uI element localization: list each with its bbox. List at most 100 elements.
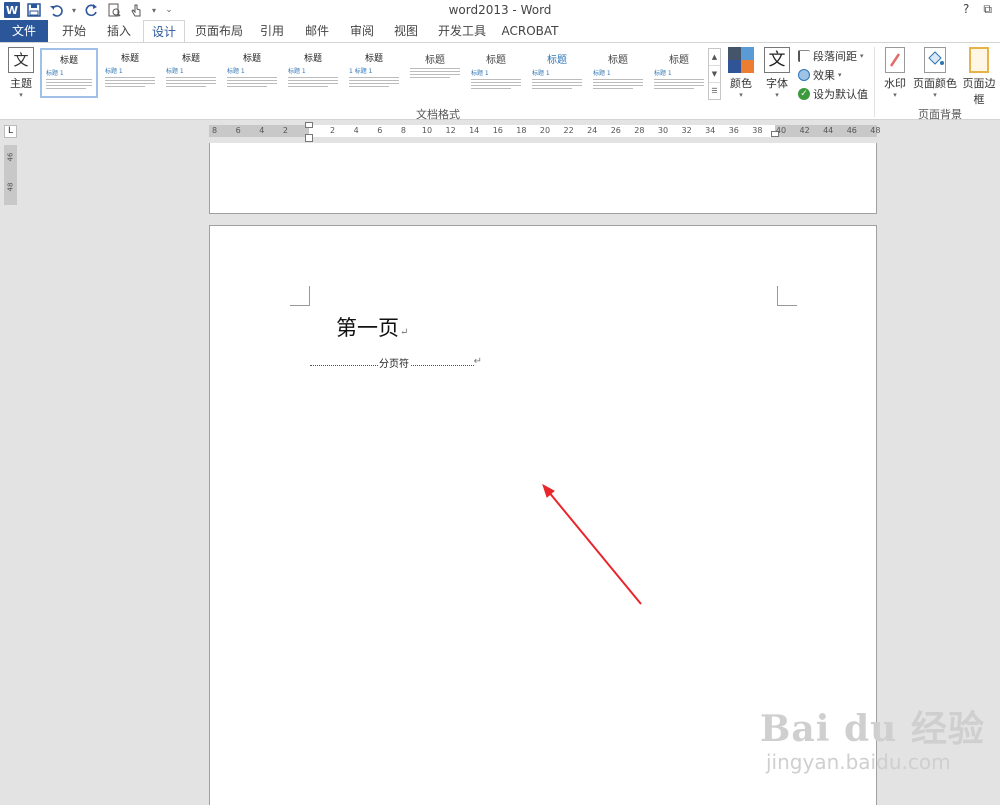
margin-corner-mark — [777, 286, 797, 306]
gallery-down-icon[interactable]: ▼ — [709, 66, 720, 83]
page-color-button[interactable]: 页面颜色 ▾ — [913, 47, 957, 99]
style-set-item[interactable]: 标题 标题 1 — [650, 48, 708, 98]
tab-view[interactable]: 视图 — [386, 20, 426, 42]
paragraph-spacing-icon — [798, 50, 810, 62]
color-swatch — [741, 47, 754, 60]
color-swatch — [741, 60, 754, 73]
tab-home[interactable]: 开始 — [52, 20, 96, 42]
set-as-default-label: 设为默认值 — [813, 88, 868, 101]
themes-icon: 文 — [8, 47, 34, 73]
gallery-up-icon[interactable]: ▲ — [709, 49, 720, 66]
ruler-number: 6 — [377, 126, 383, 135]
chevron-down-icon: ▾ — [19, 91, 23, 99]
tab-references[interactable]: 引用 — [252, 20, 292, 42]
watermark-label: 水印 — [884, 77, 906, 90]
color-swatch — [728, 60, 741, 73]
style-set-heading: 标题 — [425, 55, 445, 66]
style-set-subheading: 标题 1 — [593, 70, 611, 77]
ruler-number: 44 — [823, 126, 834, 135]
watermark-brand: Bai du 经验 — [760, 708, 985, 750]
style-set-item[interactable]: 标题 标题 1 — [284, 48, 342, 98]
colors-icon — [728, 47, 754, 73]
themes-button[interactable]: 文 主题 ▾ — [4, 47, 38, 99]
style-set-text-line — [288, 83, 338, 84]
style-set-text-line — [532, 85, 582, 86]
watermark-url: jingyan.baidu.com — [766, 750, 951, 774]
style-set-item[interactable]: 标题 标题 1 — [528, 48, 586, 98]
vertical-ruler[interactable]: 46 48 — [4, 145, 17, 205]
paint-bucket-icon — [924, 47, 946, 73]
effects-icon — [798, 69, 810, 81]
ruler-number: 48 — [870, 126, 881, 135]
ruler-number: 30 — [657, 126, 669, 135]
style-set-text-line — [471, 85, 521, 86]
gallery-scroll[interactable]: ▲ ▼ ☰ — [708, 48, 721, 100]
style-set-subheading: 标题 1 — [46, 70, 64, 77]
style-set-subheading: 标题 1 — [532, 70, 550, 77]
help-button[interactable]: ? — [963, 2, 969, 17]
page-borders-button[interactable]: 页面边框 — [958, 47, 1000, 107]
paragraph-spacing-button[interactable]: 段落间距 ▾ — [798, 48, 864, 64]
ruler-number: 22 — [563, 126, 574, 135]
tab-file[interactable]: 文件 — [0, 20, 48, 42]
style-set-text-line — [227, 80, 277, 81]
gallery-more-icon[interactable]: ☰ — [709, 83, 720, 100]
style-set-item[interactable]: 标题 标题 1 — [162, 48, 220, 98]
tab-design[interactable]: 设计 — [143, 20, 185, 43]
watermark-button[interactable]: 水印 ▾ — [880, 47, 910, 99]
style-set-subheading: 标题 1 — [227, 68, 245, 75]
style-set-gallery: 标题 标题 1 标题 标题 1 标题 标题 1 标题 标题 1 标题 标题 1 标题 1 标题 1 标题… — [40, 48, 708, 100]
group-separator — [874, 47, 875, 117]
style-set-heading: 标题 — [303, 54, 322, 64]
fonts-button[interactable]: 文 字体 ▾ — [762, 47, 792, 99]
style-set-text-line — [654, 88, 694, 89]
ruler-number: 46 — [846, 126, 857, 135]
vertical-ruler-number: 46 — [6, 152, 15, 162]
page-1-bottom[interactable] — [209, 143, 877, 214]
ruler-number: 4 — [259, 126, 265, 135]
effects-button[interactable]: 效果 ▾ — [798, 67, 842, 83]
first-line-indent-marker[interactable] — [305, 122, 313, 128]
tab-review[interactable]: 审阅 — [342, 20, 382, 42]
style-set-item[interactable]: 标题 — [406, 48, 464, 98]
colors-button[interactable]: 颜色 ▾ — [726, 47, 756, 99]
page-break[interactable]: 分页符 ↵ — [310, 356, 482, 372]
fonts-label: 字体 — [766, 77, 788, 90]
tab-selector[interactable]: L — [4, 125, 17, 138]
style-set-text-line — [654, 82, 704, 83]
ruler-number: 38 — [752, 126, 763, 135]
tab-acrobat[interactable]: ACROBAT — [498, 20, 562, 42]
style-set-item[interactable]: 标题 1 标题 1 — [345, 48, 403, 98]
title-bar: W ▾ ▾ ⌄ word2013 - Word ? ⧉ — [0, 0, 1000, 20]
tab-insert[interactable]: 插入 — [98, 20, 140, 42]
style-set-item[interactable]: 标题 标题 1 — [589, 48, 647, 98]
style-set-text-line — [46, 82, 92, 83]
style-set-text-line — [288, 80, 338, 81]
paragraph-mark: ↵ — [473, 356, 482, 367]
ruler-number: 32 — [681, 126, 692, 135]
set-as-default-button[interactable]: ✓ 设为默认值 — [798, 86, 868, 102]
style-set-text-line — [349, 77, 399, 78]
left-indent-marker[interactable] — [305, 134, 313, 142]
style-set-item[interactable]: 标题 标题 1 — [467, 48, 525, 98]
style-set-text-line — [654, 79, 704, 80]
ruler-number: 42 — [799, 126, 810, 135]
style-set-text-line — [593, 85, 643, 86]
restore-icon[interactable]: ⧉ — [983, 2, 992, 17]
style-set-item[interactable]: 标题 标题 1 — [101, 48, 159, 98]
tab-developer[interactable]: 开发工具 — [432, 20, 492, 42]
paragraph-spacing-label: 段落间距 — [813, 50, 857, 63]
page-heading[interactable]: 第一页↵ — [336, 312, 408, 342]
style-set-item[interactable]: 标题 标题 1 — [223, 48, 281, 98]
tab-page-layout[interactable]: 页面布局 — [190, 20, 248, 42]
tab-mailings[interactable]: 邮件 — [296, 20, 338, 42]
style-set-text-line — [349, 83, 399, 84]
style-set-heading: 标题 — [486, 55, 506, 66]
style-set-text-line — [532, 88, 572, 89]
page-color-label: 页面颜色 — [913, 77, 957, 90]
ruler-number: 40 — [775, 126, 787, 135]
style-set-heading: 标题 — [181, 54, 200, 64]
style-set-item[interactable]: 标题 标题 1 — [40, 48, 98, 98]
ruler-number: 10 — [421, 126, 433, 135]
horizontal-ruler[interactable]: 8 6 4 2 2 4 6 8 10 12 14 16 18 20 22 24 26 28 30 32 34 36 38 40… — [209, 122, 880, 142]
